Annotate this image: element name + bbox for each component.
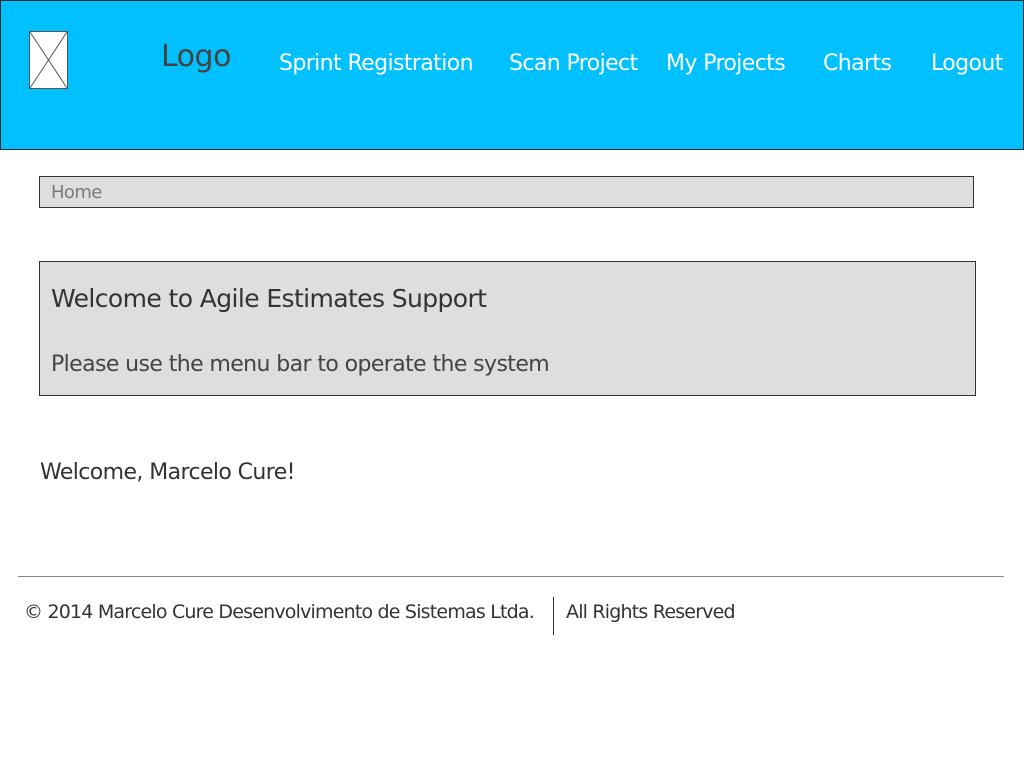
user-greeting: Welcome, Marcelo Cure! bbox=[40, 460, 295, 485]
image-placeholder-icon bbox=[30, 32, 67, 88]
footer-rights: All Rights Reserved bbox=[566, 601, 736, 623]
footer-separator bbox=[553, 597, 554, 635]
logo-image-placeholder[interactable] bbox=[29, 31, 68, 89]
welcome-title: Welcome to Agile Estimates Support bbox=[51, 284, 487, 313]
welcome-subtitle: Please use the menu bar to operate the s… bbox=[51, 352, 550, 377]
nav-sprint-registration[interactable]: Sprint Registration bbox=[279, 51, 474, 76]
breadcrumb-home[interactable]: Home bbox=[51, 182, 102, 203]
nav-scan-project[interactable]: Scan Project bbox=[509, 51, 638, 76]
header-bar: Logo Sprint Registration Scan Project My… bbox=[0, 0, 1024, 150]
nav-charts[interactable]: Charts bbox=[823, 51, 892, 76]
breadcrumb: Home bbox=[39, 176, 974, 208]
welcome-panel: Welcome to Agile Estimates Support Pleas… bbox=[39, 261, 976, 396]
logo-text[interactable]: Logo bbox=[161, 39, 231, 74]
footer-copyright: © 2014 Marcelo Cure Desenvolvimento de S… bbox=[24, 601, 535, 623]
nav-logout[interactable]: Logout bbox=[931, 51, 1003, 76]
nav-my-projects[interactable]: My Projects bbox=[666, 51, 786, 76]
footer-divider bbox=[18, 576, 1004, 577]
